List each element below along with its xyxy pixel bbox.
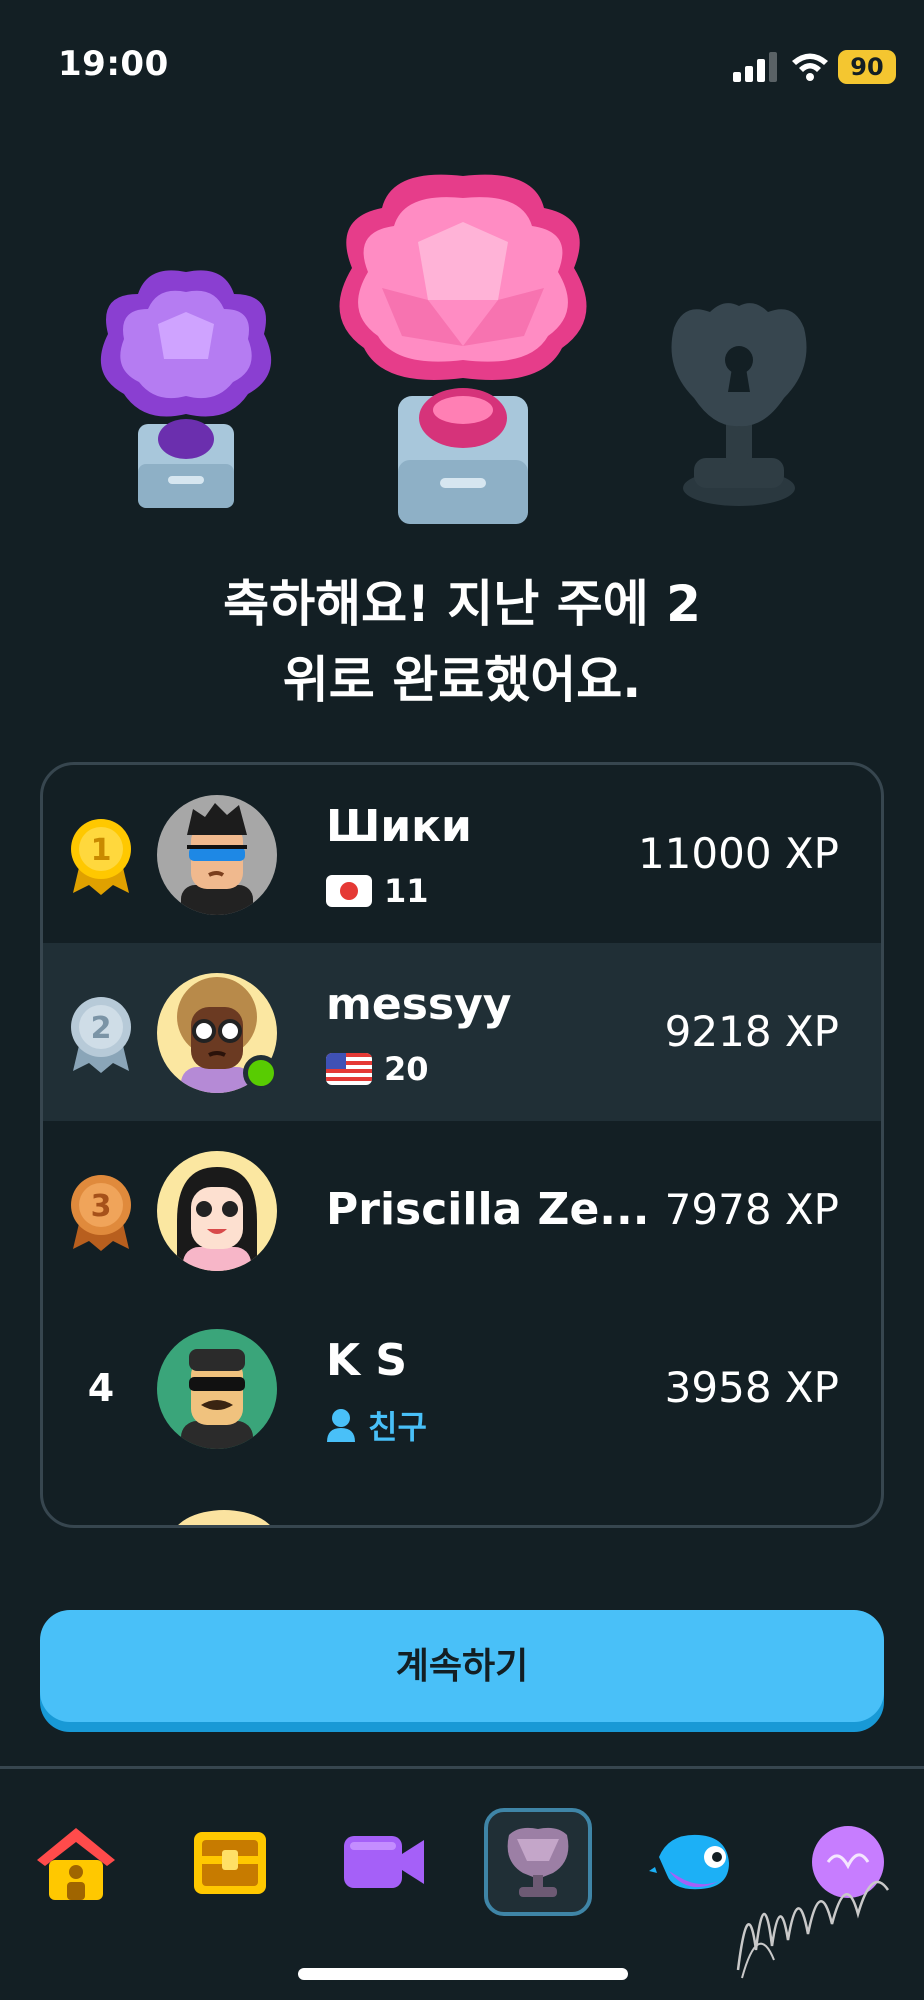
signature-scribble: [736, 1880, 890, 1979]
leaderboard-row[interactable]: 1 Шики 11 11000 XP: [43, 765, 881, 943]
home-icon: [37, 1828, 115, 1900]
treasure-chest-icon: [194, 1832, 266, 1894]
avatar[interactable]: [157, 1329, 277, 1449]
avatar[interactable]: [157, 1151, 277, 1271]
wifi-icon: [792, 53, 828, 81]
online-status-dot: [243, 1055, 279, 1091]
rank-number: 4: [87, 1366, 115, 1410]
xp-value: 11000 XP: [637, 829, 839, 878]
nav-video[interactable]: [330, 1808, 438, 1916]
user-meta: 11: [326, 871, 429, 911]
avatar[interactable]: [157, 795, 277, 915]
user-name: messyy: [326, 979, 512, 1030]
congrats-line-1: 축하해요! 지난 주에 2: [223, 575, 701, 633]
xp-value: 7978 XP: [664, 1185, 839, 1234]
leaderboard-row-current-user[interactable]: 2 messyy 20 9218 XP: [43, 943, 881, 1121]
leaderboard-trophy-icon: [507, 1827, 569, 1897]
medal-rank-number: 2: [91, 1011, 112, 1046]
silver-medal-icon: 2: [71, 997, 131, 1073]
friend-icon: [327, 1409, 355, 1442]
status-time: 19:00: [58, 44, 169, 84]
leaderboard-row[interactable]: 4 K S 친구 3958 XP: [43, 1299, 881, 1477]
home-indicator: [298, 1968, 628, 1980]
status-bar: 19:00 90: [0, 0, 924, 120]
video-icon: [344, 1836, 424, 1888]
user-meta: 친구: [326, 1405, 427, 1446]
nav-home[interactable]: [22, 1808, 130, 1916]
congrats-title: 축하해요! 지난 주에 2 위로 완료했어요.: [100, 566, 824, 718]
pink-trophy-icon: [339, 174, 587, 524]
gold-medal-icon: 1: [71, 819, 131, 895]
leaderboard-row[interactable]: 3 Priscilla Ze... 7978 XP: [43, 1121, 881, 1299]
us-flag-icon: [326, 1053, 372, 1085]
bronze-medal-icon: 3: [71, 1175, 131, 1251]
battery-indicator: 90: [838, 50, 896, 84]
purple-trophy-icon: [100, 270, 272, 508]
user-name: K S: [326, 1335, 408, 1386]
friend-label: 친구: [368, 1408, 427, 1446]
congrats-line-2: 위로 완료했어요.: [282, 651, 642, 709]
xp-value: 3958 XP: [664, 1363, 839, 1412]
cellular-signal-icon: [733, 52, 777, 82]
streak-count: 11: [384, 872, 429, 910]
duo-character-icon: [649, 1834, 729, 1890]
nav-divider: [0, 1766, 924, 1769]
medal-rank-number: 1: [91, 833, 112, 868]
xp-value: 9218 XP: [664, 1007, 839, 1056]
user-name: Priscilla Ze...: [326, 1184, 650, 1235]
user-name: Шики: [326, 801, 472, 852]
avatar[interactable]: [171, 1510, 277, 1525]
japan-flag-icon: [326, 875, 372, 907]
nav-chest[interactable]: [176, 1808, 284, 1916]
streak-count: 20: [384, 1050, 429, 1088]
locked-trophy-icon: [671, 303, 807, 506]
nav-leaderboard[interactable]: [484, 1808, 592, 1916]
continue-button[interactable]: 계속하기: [40, 1610, 884, 1722]
leaderboard-card[interactable]: 1 Шики 11 11000 XP 2 messyy 20 9218 XP 3…: [40, 762, 884, 1528]
medal-rank-number: 3: [91, 1189, 112, 1224]
user-meta: 20: [326, 1049, 429, 1089]
